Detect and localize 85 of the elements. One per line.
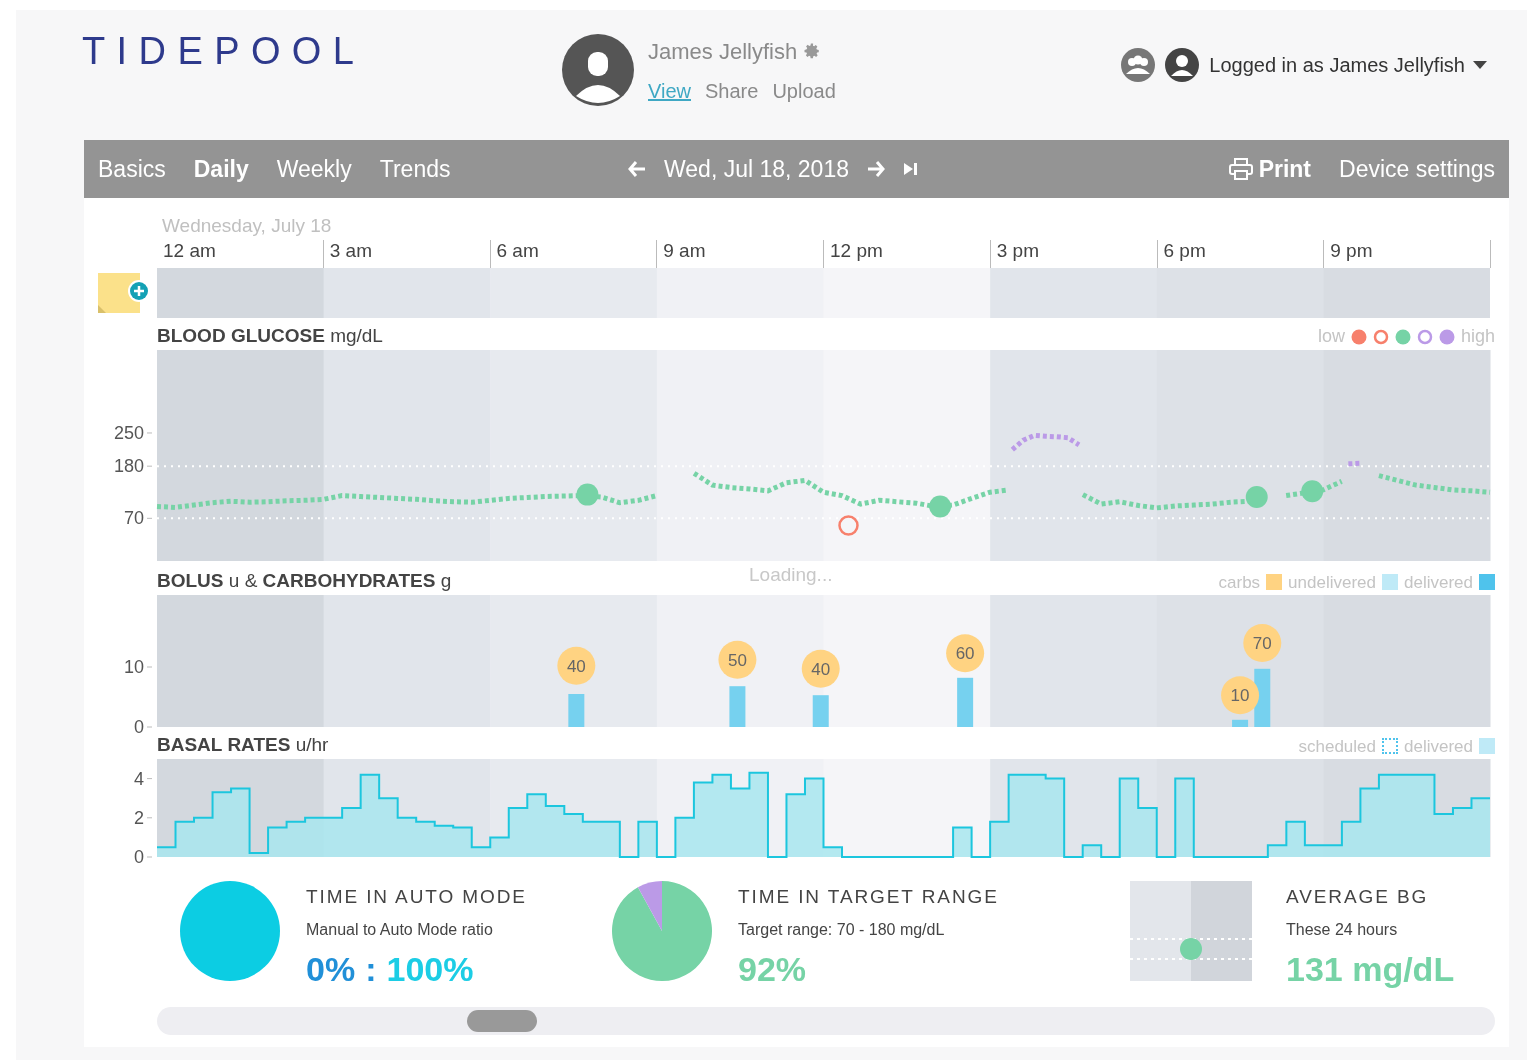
view-tab[interactable]: Daily bbox=[193, 151, 249, 187]
arrow-right-icon[interactable] bbox=[867, 161, 885, 177]
notes-track[interactable] bbox=[157, 268, 1490, 318]
stat-title: AVERAGE BG bbox=[1286, 885, 1430, 909]
view-tab[interactable]: Basics bbox=[98, 151, 166, 187]
hour-label: 3 am bbox=[329, 240, 372, 261]
bolus-bar bbox=[568, 694, 585, 727]
bolus-bar bbox=[1232, 719, 1249, 727]
axis-tick-label: 70 bbox=[123, 508, 144, 529]
caret-icon bbox=[1473, 61, 1487, 69]
carb-marker bbox=[946, 634, 985, 673]
patient-name: James Jellyfish bbox=[648, 37, 798, 66]
avatar-icon bbox=[562, 34, 634, 106]
carb-amount: 70 bbox=[1252, 634, 1272, 653]
carb-marker bbox=[557, 646, 596, 685]
legend-label: scheduled bbox=[1298, 735, 1376, 758]
carb-marker bbox=[1243, 624, 1282, 662]
axis-tick-label: 0 bbox=[134, 847, 144, 867]
hour-label: 12 am bbox=[163, 240, 216, 261]
stat-subtitle: Target range: 70 - 180 mg/dL bbox=[738, 919, 946, 940]
printer-icon bbox=[1228, 158, 1253, 180]
stat-value: : bbox=[365, 951, 377, 986]
low-reading-ring bbox=[838, 515, 859, 536]
account-menu-button[interactable]: Logged in as James Jellyfish bbox=[1209, 50, 1487, 80]
group-icon[interactable] bbox=[1121, 48, 1156, 82]
axis-tick-label: 0 bbox=[134, 717, 144, 737]
legend-label: delivered bbox=[1404, 735, 1473, 758]
legend-label: carbs bbox=[1218, 571, 1261, 594]
stat-subtitle: These 24 hours bbox=[1286, 919, 1399, 940]
carb-amount: 10 bbox=[1230, 686, 1250, 706]
hour-label: 12 pm bbox=[830, 240, 883, 261]
print-button[interactable]: Print bbox=[1228, 151, 1312, 187]
axis-tick-label: 2 bbox=[134, 807, 144, 828]
carb-marker bbox=[1221, 676, 1260, 715]
carb-amount: 40 bbox=[811, 659, 831, 679]
axis-tick-label: 10 bbox=[123, 657, 144, 677]
hour-label: 9 pm bbox=[1330, 240, 1373, 261]
section-title: BOLUS u & CARBOHYDRATES g bbox=[157, 568, 452, 593]
stat-value: 92% bbox=[738, 951, 807, 986]
stat-value: 100% bbox=[386, 951, 474, 986]
legend-label: delivered bbox=[1404, 571, 1473, 594]
stat-title: TIME IN TARGET RANGE bbox=[738, 885, 999, 909]
hour-label: 3 pm bbox=[996, 240, 1039, 261]
legend-label: undelivered bbox=[1288, 571, 1376, 594]
bolus-bar bbox=[729, 686, 746, 727]
arrow-left-icon[interactable] bbox=[628, 161, 646, 177]
patient-link[interactable]: Share bbox=[705, 75, 759, 106]
hour-label: 6 am bbox=[496, 240, 539, 261]
meter-reading-dot bbox=[929, 495, 952, 518]
view-tab[interactable]: Weekly bbox=[276, 151, 352, 187]
settings-icon[interactable] bbox=[803, 42, 822, 60]
device-settings-button[interactable]: Device settings bbox=[1339, 151, 1495, 187]
meter-reading-dot bbox=[576, 483, 599, 506]
user-icon[interactable] bbox=[1165, 48, 1200, 82]
carb-marker bbox=[718, 640, 757, 679]
meter-reading-dot bbox=[1245, 486, 1268, 508]
tidepool-logo[interactable]: TIDEPOOL bbox=[82, 32, 366, 70]
current-date: Wed, Jul 18, 2018 bbox=[664, 154, 849, 184]
carb-amount: 60 bbox=[955, 644, 975, 664]
view-tab[interactable]: Trends bbox=[379, 151, 451, 187]
meter-reading-dot bbox=[1301, 480, 1324, 503]
patient-link[interactable]: View bbox=[648, 75, 691, 106]
legend-label: high bbox=[1460, 325, 1495, 348]
scrollbar-thumb[interactable] bbox=[467, 1010, 537, 1032]
legend-label: low bbox=[1317, 325, 1345, 348]
hour-label: 9 am bbox=[663, 240, 706, 261]
skip-to-end-icon[interactable] bbox=[903, 161, 919, 177]
carb-marker bbox=[801, 649, 840, 688]
stat-title: TIME IN AUTO MODE bbox=[306, 885, 527, 909]
bolus-bar bbox=[957, 677, 974, 727]
axis-tick-label: 4 bbox=[134, 768, 144, 789]
day-label: Wednesday, July 18 bbox=[162, 215, 332, 236]
patient-link[interactable]: Upload bbox=[772, 75, 836, 106]
hour-label: 6 pm bbox=[1163, 240, 1206, 261]
stat-value: 131 mg/dL bbox=[1286, 951, 1455, 986]
average-bg-icon bbox=[1130, 881, 1252, 981]
stat-subtitle: Manual to Auto Mode ratio bbox=[306, 919, 494, 940]
stat-value: 0% bbox=[306, 951, 356, 986]
scrollbar-track[interactable] bbox=[157, 1007, 1495, 1035]
axis-tick-label: 250 bbox=[113, 423, 144, 443]
section-title: BLOOD GLUCOSE mg/dL bbox=[157, 323, 383, 348]
carb-amount: 40 bbox=[566, 656, 586, 676]
axis-tick-label: 180 bbox=[113, 456, 144, 477]
carb-amount: 50 bbox=[727, 650, 747, 670]
section-title: BASAL RATES u/hr bbox=[157, 732, 329, 757]
